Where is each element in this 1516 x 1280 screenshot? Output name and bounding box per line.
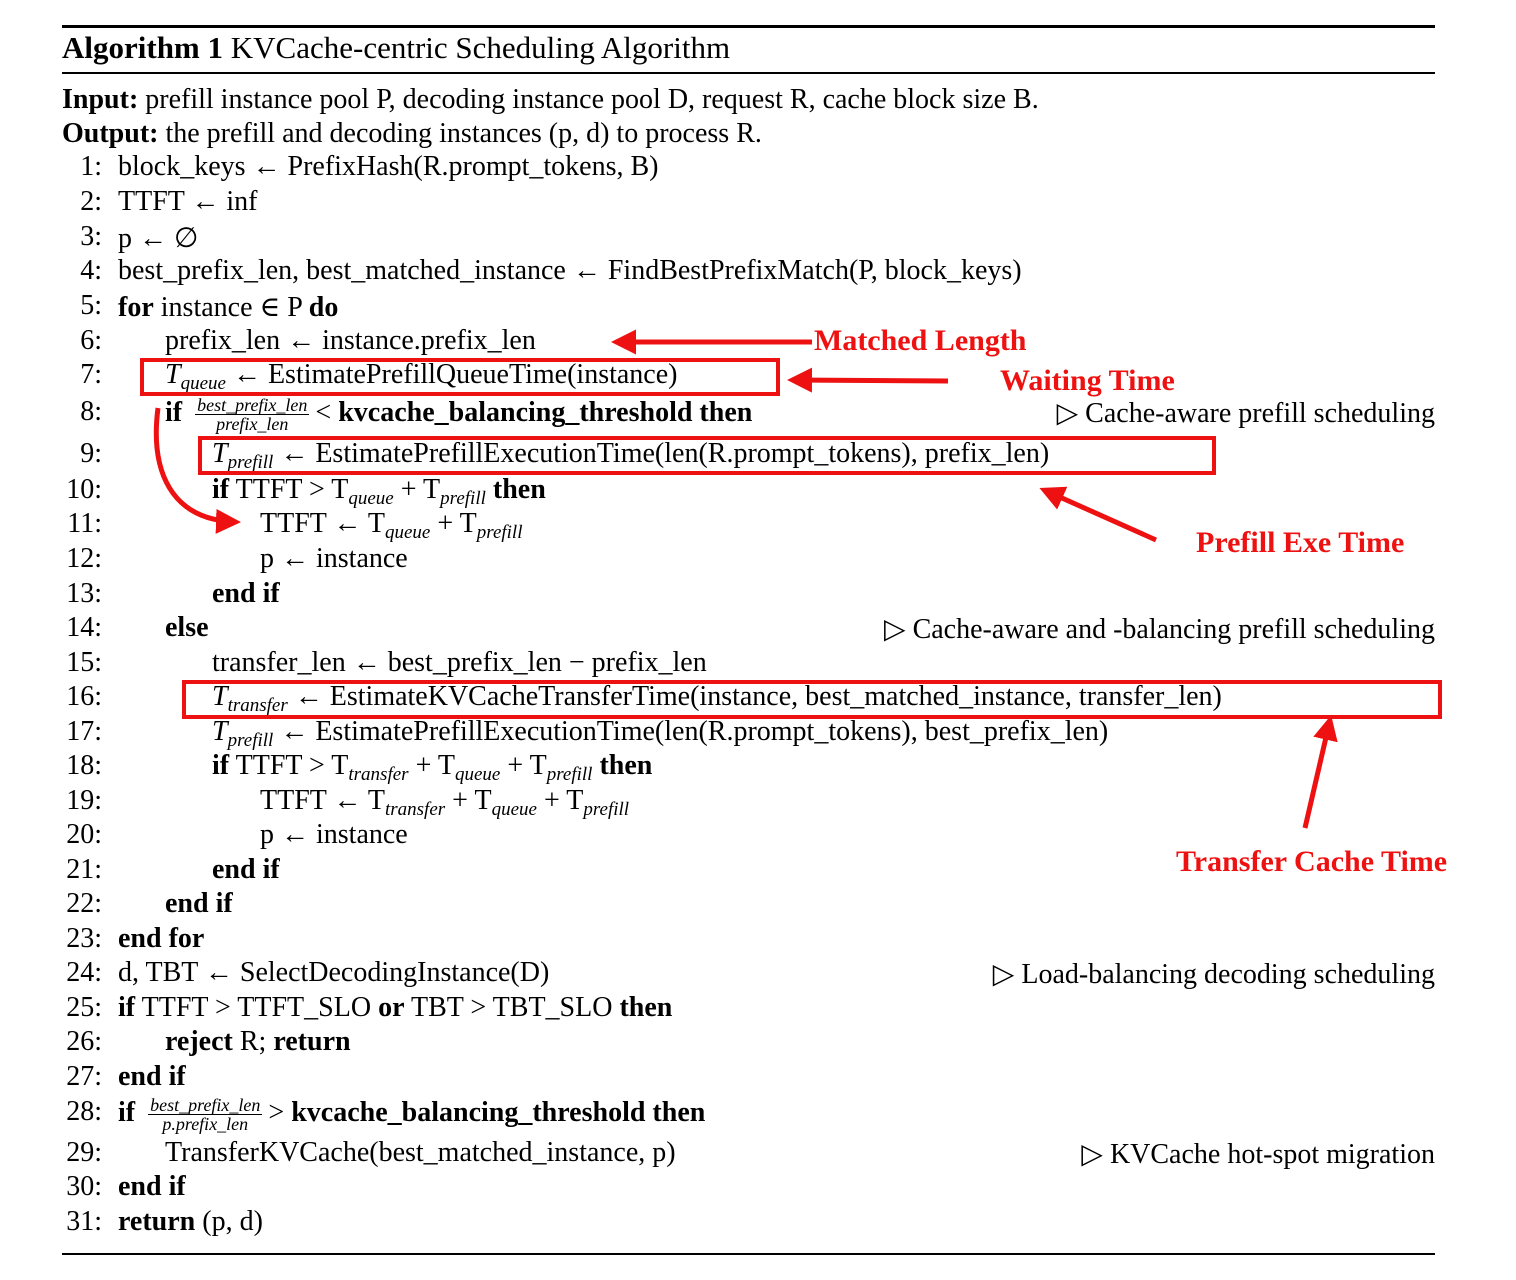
arrow-waiting-time <box>787 367 949 393</box>
arrow-prefill-exe-time <box>1039 486 1158 543</box>
annotation-arrows <box>153 329 1338 829</box>
arrow-transfer-cache-time <box>1302 715 1338 829</box>
arrow-if-to-ttft <box>153 407 241 534</box>
